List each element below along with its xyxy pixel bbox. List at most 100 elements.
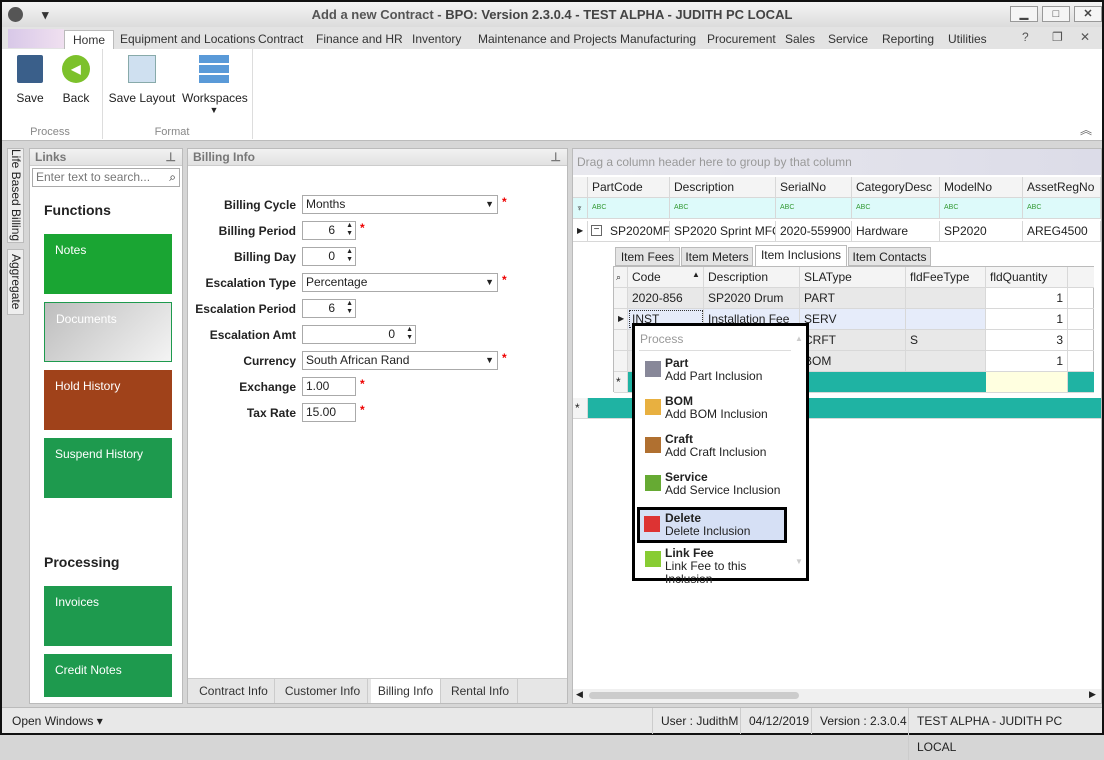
- search-icon[interactable]: ⌕: [169, 170, 176, 185]
- escalation-type-field[interactable]: Percentage ▼: [302, 273, 498, 292]
- currency-field[interactable]: South African Rand ▼: [302, 351, 498, 370]
- ribbon-tab-finance-and-hr[interactable]: Finance and HR: [308, 30, 411, 49]
- spin-buttons-icon[interactable]: ▲ ▼: [346, 300, 353, 316]
- menu-item-delete[interactable]: Delete Delete Inclusion: [637, 507, 787, 543]
- menu-item-link-fee[interactable]: Link Fee Link Fee to this Inclusion: [643, 545, 793, 586]
- tax-rate-field[interactable]: 15.00: [302, 403, 356, 422]
- ribbon-tab-inventory[interactable]: Inventory: [404, 30, 469, 49]
- search-icon[interactable]: ⌕: [614, 267, 628, 287]
- maximize-button[interactable]: □: [1042, 6, 1070, 22]
- tile-suspend-history[interactable]: Suspend History: [44, 438, 172, 498]
- tile-credit-notes[interactable]: Credit Notes: [44, 654, 172, 697]
- collapse-detail-icon[interactable]: −: [591, 225, 602, 236]
- cell-categorydesc[interactable]: Hardware: [852, 221, 940, 241]
- save-layout-button[interactable]: Save Layout: [108, 55, 176, 105]
- ribbon-tab-reporting[interactable]: Reporting: [874, 30, 942, 49]
- ribbon-tab-equipment-and-locations[interactable]: Equipment and Locations: [112, 30, 263, 49]
- cell-description[interactable]: SP2020 Sprint MFC: [670, 221, 776, 241]
- side-tab-aggregate[interactable]: Aggregate: [7, 249, 24, 315]
- filter-cell[interactable]: ABC: [588, 198, 670, 218]
- cell-serialno[interactable]: 2020-559900: [776, 221, 852, 241]
- ribbon-tab-sales[interactable]: Sales: [777, 30, 823, 49]
- tab-contract-info[interactable]: Contract Info: [193, 679, 275, 703]
- cell-fldfeetype[interactable]: [906, 309, 986, 329]
- column-header-partcode[interactable]: PartCode: [588, 177, 670, 197]
- minimize-button[interactable]: ▁: [1010, 6, 1038, 22]
- detail-tab-item-meters[interactable]: Item Meters: [681, 247, 753, 266]
- tile-hold-history[interactable]: Hold History: [44, 370, 172, 430]
- close-button[interactable]: ✕: [1074, 6, 1102, 22]
- inclusion-row[interactable]: 2020-856 SP2020 Drum PART 1: [614, 288, 1094, 309]
- ribbon-tab-procurement[interactable]: Procurement: [699, 30, 784, 49]
- open-windows-button[interactable]: Open Windows ▾: [12, 708, 103, 734]
- column-header-modelno[interactable]: ModelNo: [940, 177, 1023, 197]
- cell-modelno[interactable]: SP2020: [940, 221, 1023, 241]
- cell-slatype[interactable]: BOM: [800, 351, 906, 371]
- detail-tab-item-contacts[interactable]: Item Contacts: [848, 247, 931, 266]
- column-header-slatype[interactable]: SLAType: [800, 267, 906, 287]
- billing-day-field[interactable]: 0 ▲ ▼: [302, 247, 356, 266]
- ribbon-help-icon[interactable]: ?: [1022, 30, 1029, 44]
- mdi-close-icon[interactable]: ✕: [1080, 30, 1090, 44]
- ribbon-tab-maintenance-and-projects[interactable]: Maintenance and Projects: [470, 30, 625, 49]
- column-header-fldfeetype[interactable]: fldFeeType: [906, 267, 986, 287]
- pin-icon[interactable]: ⊥: [551, 149, 561, 166]
- filter-cell[interactable]: ABC: [776, 198, 852, 218]
- dropdown-arrow-icon[interactable]: ▼: [485, 196, 494, 213]
- horizontal-scrollbar[interactable]: ◀ ▶: [573, 689, 1101, 703]
- filter-cell[interactable]: ABC: [852, 198, 940, 218]
- menu-item-bom[interactable]: BOM Add BOM Inclusion: [643, 393, 793, 429]
- ribbon-tab-manufacturing[interactable]: Manufacturing: [612, 30, 704, 49]
- menu-scrollbar[interactable]: ▲ ▼: [795, 334, 803, 574]
- filter-cell[interactable]: ABC: [670, 198, 776, 218]
- billing-cycle-field[interactable]: Months ▼: [302, 195, 498, 214]
- column-header-fldquantity[interactable]: fldQuantity: [986, 267, 1068, 287]
- cell-fldquantity[interactable]: 3: [986, 330, 1068, 350]
- escalation-period-field[interactable]: 6 ▲ ▼: [302, 299, 356, 318]
- cell-code[interactable]: 2020-856: [628, 288, 704, 308]
- column-header-description[interactable]: Description: [704, 267, 800, 287]
- pin-icon[interactable]: ⊥: [166, 149, 176, 166]
- quick-access-dropdown-icon[interactable]: ▾: [42, 2, 49, 27]
- cell-slatype[interactable]: PART: [800, 288, 906, 308]
- billing-period-field[interactable]: 6 ▲ ▼: [302, 221, 356, 240]
- app-logo-icon[interactable]: [8, 7, 23, 22]
- ribbon-tab-contract[interactable]: Contract: [250, 30, 311, 49]
- column-header-assetregno[interactable]: AssetRegNo: [1023, 177, 1101, 197]
- tile-invoices[interactable]: Invoices: [44, 586, 172, 646]
- column-header-description[interactable]: Description: [670, 177, 776, 197]
- cell-fldfeetype[interactable]: [906, 351, 986, 371]
- links-search-input[interactable]: Enter text to search... ⌕: [32, 168, 180, 187]
- escalation-amt-field[interactable]: 0 ▲ ▼: [302, 325, 416, 344]
- detail-tab-item-fees[interactable]: Item Fees: [615, 247, 680, 266]
- cell-fldfeetype[interactable]: [906, 288, 986, 308]
- exchange-field[interactable]: 1.00: [302, 377, 356, 396]
- spin-buttons-icon[interactable]: ▲ ▼: [346, 222, 353, 238]
- dropdown-arrow-icon[interactable]: ▼: [485, 352, 494, 369]
- tab-billing-info[interactable]: Billing Info: [371, 679, 441, 703]
- cell-assetregno[interactable]: AREG4500: [1023, 221, 1101, 241]
- ribbon-tab-service[interactable]: Service: [820, 30, 876, 49]
- filter-cell[interactable]: ABC: [1023, 198, 1101, 218]
- back-button[interactable]: ◀ Back: [58, 55, 94, 105]
- scrollbar-thumb[interactable]: [589, 692, 799, 699]
- column-header-serialno[interactable]: SerialNo: [776, 177, 852, 197]
- collapse-ribbon-icon[interactable]: ︽: [1080, 121, 1092, 138]
- application-menu-button[interactable]: [8, 29, 64, 48]
- menu-item-part[interactable]: Part Add Part Inclusion: [643, 355, 793, 391]
- mdi-restore-icon[interactable]: ❐: [1052, 30, 1063, 44]
- scroll-left-icon[interactable]: ◀: [576, 689, 583, 700]
- workspaces-button[interactable]: Workspaces ▼: [182, 55, 248, 115]
- ribbon-tab-home[interactable]: Home: [64, 30, 115, 49]
- cell-fldquantity[interactable]: 1: [986, 351, 1068, 371]
- save-button[interactable]: Save: [12, 55, 48, 105]
- tab-customer-info[interactable]: Customer Info: [278, 679, 368, 703]
- filter-cell[interactable]: ABC: [940, 198, 1023, 218]
- scroll-right-icon[interactable]: ▶: [1089, 689, 1096, 700]
- column-header-categorydesc[interactable]: CategoryDesc: [852, 177, 940, 197]
- cell-slatype[interactable]: SERV: [800, 309, 906, 329]
- cell-partcode[interactable]: SP2020MFC: [606, 221, 670, 241]
- cell-fldquantity[interactable]: 1: [986, 288, 1068, 308]
- side-tab-life-based-billing[interactable]: Life Based Billing: [7, 148, 24, 243]
- tile-notes[interactable]: Notes: [44, 234, 172, 294]
